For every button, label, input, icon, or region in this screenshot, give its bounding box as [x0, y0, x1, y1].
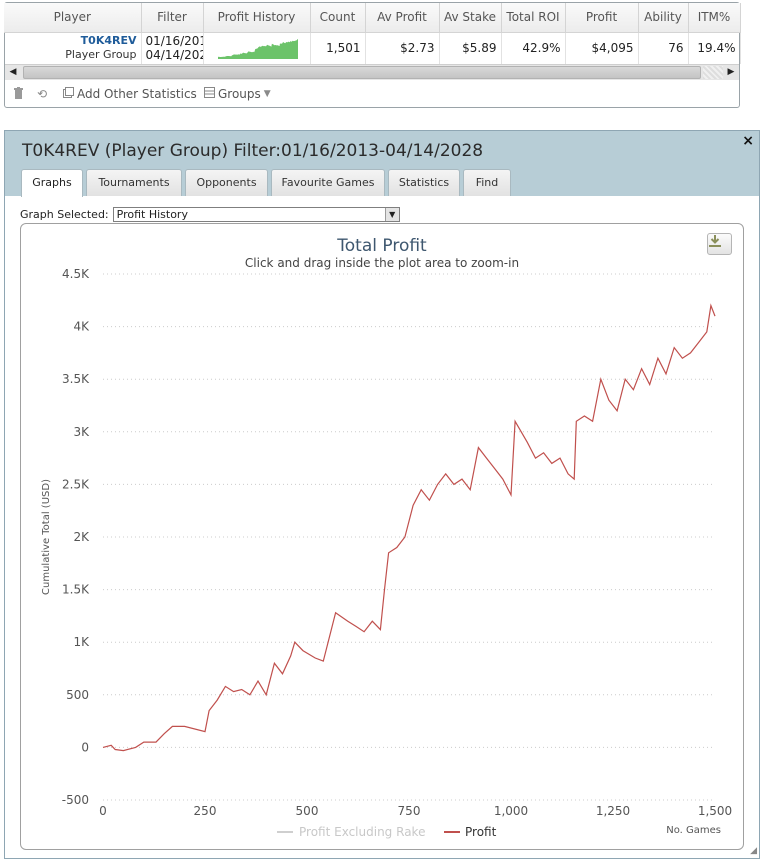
groups-icon	[204, 87, 215, 101]
dialog-title: T0K4REV (Player Group) Filter:01/16/2013…	[22, 141, 484, 161]
x-tick-label: 250	[194, 804, 217, 818]
tab-tournaments[interactable]: Tournaments	[86, 169, 182, 196]
tab-favourite-games[interactable]: Favourite Games	[271, 169, 385, 196]
graph-select[interactable]: Profit History ▼	[112, 207, 400, 222]
graph-selector-row: Graph Selected: Profit History ▼	[20, 207, 400, 222]
total-roi-cell: 42.9%	[501, 32, 566, 64]
column-header-filter[interactable]: Filter	[141, 3, 204, 33]
filter-cell: 01/16/201 04/14/202	[141, 32, 204, 64]
av-profit-cell: $2.73	[365, 32, 440, 64]
scroll-left-icon[interactable]: ◀	[5, 65, 21, 80]
column-header-player[interactable]: Player	[4, 3, 142, 33]
y-tick-label: -500	[62, 793, 89, 807]
y-tick-label: 4.5K	[62, 267, 90, 281]
player-name-link[interactable]: T0K4REV	[8, 34, 137, 48]
y-tick-label: 2.5K	[62, 477, 90, 491]
column-header-av-profit[interactable]: Av Profit	[365, 3, 440, 33]
ability-cell: 76	[638, 32, 689, 64]
chart-subtitle: Click and drag inside the plot area to z…	[245, 256, 519, 270]
x-tick-label: 1,250	[596, 804, 630, 818]
column-header-profit[interactable]: Profit	[565, 3, 639, 33]
grid-toolbar: ⟲ Add Other Statistics Groups ▼	[5, 83, 739, 107]
refresh-icon: ⟲	[37, 87, 48, 101]
refresh-button[interactable]: ⟲	[37, 87, 47, 101]
graph-selected-label: Graph Selected:	[20, 208, 109, 221]
column-header-total-roi[interactable]: Total ROI	[501, 3, 566, 33]
graph-select-value: Profit History	[116, 208, 188, 221]
close-icon[interactable]: ×	[742, 133, 754, 149]
legend-item-profit: Profit	[465, 825, 497, 839]
sparkline-area	[217, 38, 298, 59]
chevron-down-icon: ▼	[263, 89, 271, 99]
add-other-statistics-label: Add Other Statistics	[77, 87, 197, 101]
add-columns-icon	[63, 87, 74, 101]
horizontal-scrollbar[interactable]: ◀ ▶	[5, 64, 739, 80]
column-header-av-stake[interactable]: Av Stake	[439, 3, 502, 33]
tab-find[interactable]: Find	[463, 169, 511, 196]
profit-series-line	[102, 303, 716, 752]
player-details-dialog: T0K4REV (Player Group) Filter:01/16/2013…	[4, 130, 760, 859]
player-type: Player Group	[65, 48, 137, 62]
y-tick-label: 1K	[73, 635, 90, 649]
chevron-down-icon[interactable]: ▼	[384, 208, 399, 221]
av-stake-cell: $5.89	[439, 32, 502, 64]
profit-chart[interactable]: Total Profit Click and drag inside the pl…	[20, 223, 744, 850]
column-header-count[interactable]: Count	[310, 3, 366, 33]
y-tick-label: 2K	[73, 530, 90, 544]
profit-cell: $4,095	[565, 32, 639, 64]
x-tick-label: 1,500	[698, 804, 732, 818]
y-axis-label: Cumulative Total (USD)	[41, 479, 52, 595]
player-stats-grid: Player Filter Profit History Count Av Pr…	[4, 2, 741, 108]
column-header-profit-history[interactable]: Profit History	[203, 3, 311, 33]
x-axis-label: No. Games	[666, 825, 721, 836]
x-tick-label: 0	[99, 804, 107, 818]
profit-chart-svg[interactable]: Total ProfitClick and drag inside the pl…	[21, 224, 743, 849]
x-tick-label: 500	[296, 804, 319, 818]
y-tick-label: 1.5K	[62, 583, 90, 597]
tab-opponents[interactable]: Opponents	[185, 169, 268, 196]
count-cell: 1,501	[310, 32, 366, 64]
profit-sparkline	[217, 38, 298, 59]
column-header-ability[interactable]: Ability	[638, 3, 689, 33]
export-button[interactable]	[707, 233, 732, 255]
itm-cell: 19.4%	[688, 32, 741, 64]
table-header-row: Player Filter Profit History Count Av Pr…	[4, 3, 741, 33]
chart-title: Total Profit	[336, 236, 427, 256]
y-tick-label: 4K	[73, 320, 90, 334]
groups-label: Groups	[218, 87, 261, 101]
table-row[interactable]: T0K4REV Player Group 01/16/201 04/14/202…	[4, 32, 741, 64]
filter-start: 01/16/201	[145, 34, 203, 49]
filter-end: 04/14/202	[145, 48, 203, 63]
trash-icon	[13, 87, 24, 102]
x-tick-label: 750	[398, 804, 421, 818]
groups-dropdown[interactable]: Groups ▼	[204, 87, 271, 101]
add-other-statistics-button[interactable]: Add Other Statistics	[63, 87, 197, 101]
y-tick-label: 3.5K	[62, 372, 90, 386]
profit-history-cell	[203, 32, 311, 64]
tab-statistics[interactable]: Statistics	[388, 169, 460, 196]
delete-button[interactable]	[13, 87, 24, 102]
x-tick-label: 1,000	[494, 804, 528, 818]
stats-table: Player Filter Profit History Count Av Pr…	[4, 3, 741, 64]
resize-grip-icon[interactable]: ◢	[750, 846, 757, 856]
scroll-right-icon[interactable]: ▶	[723, 65, 739, 80]
legend-item-excl-rake: Profit Excluding Rake	[299, 825, 425, 839]
scrollbar-thumb[interactable]	[23, 66, 701, 79]
y-tick-label: 0	[81, 740, 89, 754]
column-header-itm[interactable]: ITM%	[688, 3, 741, 33]
scrollbar-track[interactable]	[703, 66, 723, 79]
dialog-header[interactable]: T0K4REV (Player Group) Filter:01/16/2013…	[5, 131, 759, 197]
y-tick-label: 3K	[73, 425, 90, 439]
y-tick-label: 500	[66, 688, 89, 702]
tab-graphs[interactable]: Graphs	[21, 169, 83, 197]
player-cell[interactable]: T0K4REV Player Group	[4, 32, 142, 64]
